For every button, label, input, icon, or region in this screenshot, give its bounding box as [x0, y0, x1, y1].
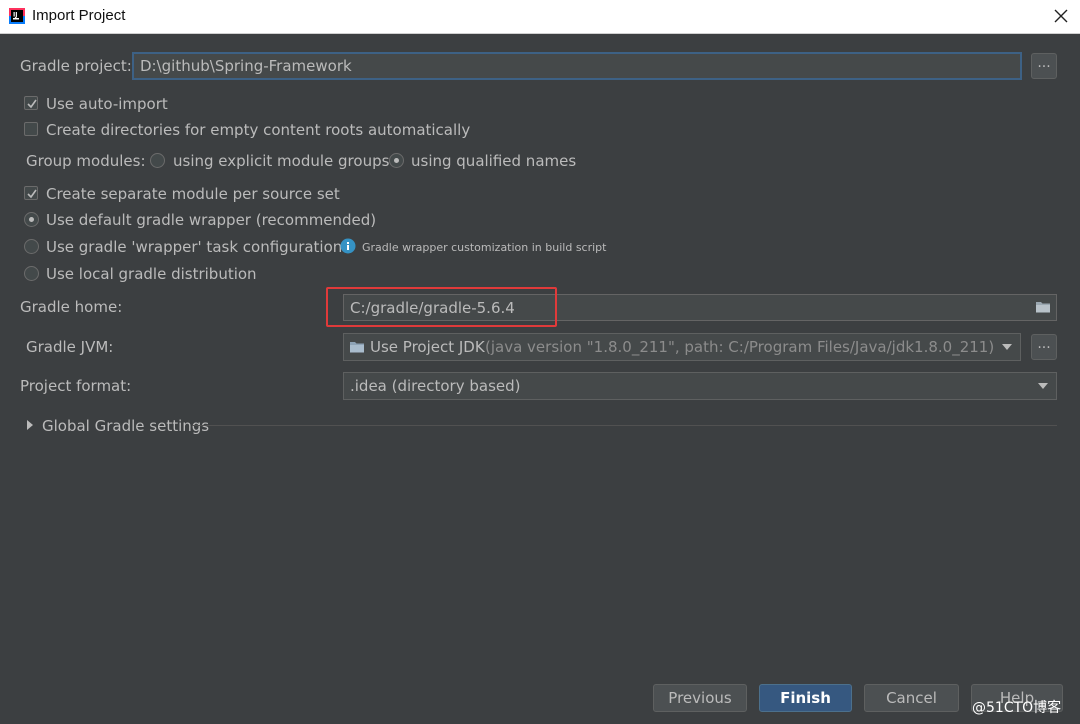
intellij-app-icon: IJ — [9, 8, 25, 24]
previous-button[interactable]: Previous — [653, 684, 747, 712]
explicit-groups-radio[interactable] — [150, 153, 165, 168]
gradle-jvm-label: Gradle JVM: — [26, 338, 114, 356]
separate-module-checkbox[interactable] — [24, 186, 38, 200]
group-modules-label: Group modules: — [26, 152, 146, 170]
section-divider — [192, 425, 1057, 426]
gradle-project-browse-button[interactable]: ... — [1031, 53, 1057, 79]
close-icon[interactable] — [1049, 4, 1073, 28]
svg-text:IJ: IJ — [13, 12, 17, 19]
project-format-selected: .idea (directory based) — [350, 377, 521, 395]
auto-import-label: Use auto-import — [46, 95, 168, 113]
default-wrapper-radio[interactable] — [24, 212, 39, 227]
gradle-jvm-select[interactable]: Use Project JDK (java version "1.8.0_211… — [343, 333, 1021, 361]
folder-icon — [350, 342, 364, 353]
qualified-names-radio[interactable] — [389, 153, 404, 168]
explicit-groups-label: using explicit module groups — [173, 152, 390, 170]
finish-button[interactable]: Finish — [759, 684, 852, 712]
auto-import-checkbox[interactable] — [24, 96, 38, 110]
gradle-project-label: Gradle project: — [20, 57, 132, 75]
wrapper-task-radio[interactable] — [24, 239, 39, 254]
default-wrapper-label: Use default gradle wrapper (recommended) — [46, 211, 377, 229]
watermark: @51CTO博客 — [972, 700, 1062, 716]
local-distribution-label: Use local gradle distribution — [46, 265, 257, 283]
gradle-home-value: C:/gradle/gradle-5.6.4 — [350, 299, 515, 317]
cancel-button[interactable]: Cancel — [864, 684, 959, 712]
local-distribution-radio[interactable] — [24, 266, 39, 281]
gradle-jvm-browse-button[interactable]: ... — [1031, 334, 1057, 360]
expand-triangle-icon[interactable] — [26, 420, 34, 430]
gradle-home-label: Gradle home: — [20, 298, 123, 316]
gradle-home-input[interactable]: C:/gradle/gradle-5.6.4 — [343, 294, 1057, 321]
wrapper-task-label: Use gradle 'wrapper' task configuration — [46, 238, 343, 256]
wrapper-hint-text: Gradle wrapper customization in build sc… — [362, 241, 607, 254]
create-dirs-checkbox[interactable] — [24, 122, 38, 136]
gradle-project-input[interactable]: D:\github\Spring-Framework — [132, 52, 1022, 80]
info-icon — [340, 238, 356, 254]
separate-module-label: Create separate module per source set — [46, 185, 340, 203]
checkmark-icon — [27, 189, 37, 199]
chevron-down-icon — [1038, 383, 1048, 389]
title-bar: IJ Import Project — [0, 0, 1080, 34]
gradle-jvm-selected: Use Project JDK — [370, 338, 485, 356]
create-dirs-label: Create directories for empty content roo… — [46, 121, 471, 139]
gradle-jvm-detail: (java version "1.8.0_211", path: C:/Prog… — [485, 338, 995, 356]
global-gradle-settings-label[interactable]: Global Gradle settings — [42, 417, 209, 435]
qualified-names-label: using qualified names — [411, 152, 577, 170]
window-title: Import Project — [32, 7, 126, 24]
project-format-select[interactable]: .idea (directory based) — [343, 372, 1057, 400]
checkmark-icon — [27, 99, 37, 109]
chevron-down-icon — [1002, 344, 1012, 350]
folder-icon[interactable] — [1035, 300, 1051, 314]
project-format-label: Project format: — [20, 377, 132, 395]
